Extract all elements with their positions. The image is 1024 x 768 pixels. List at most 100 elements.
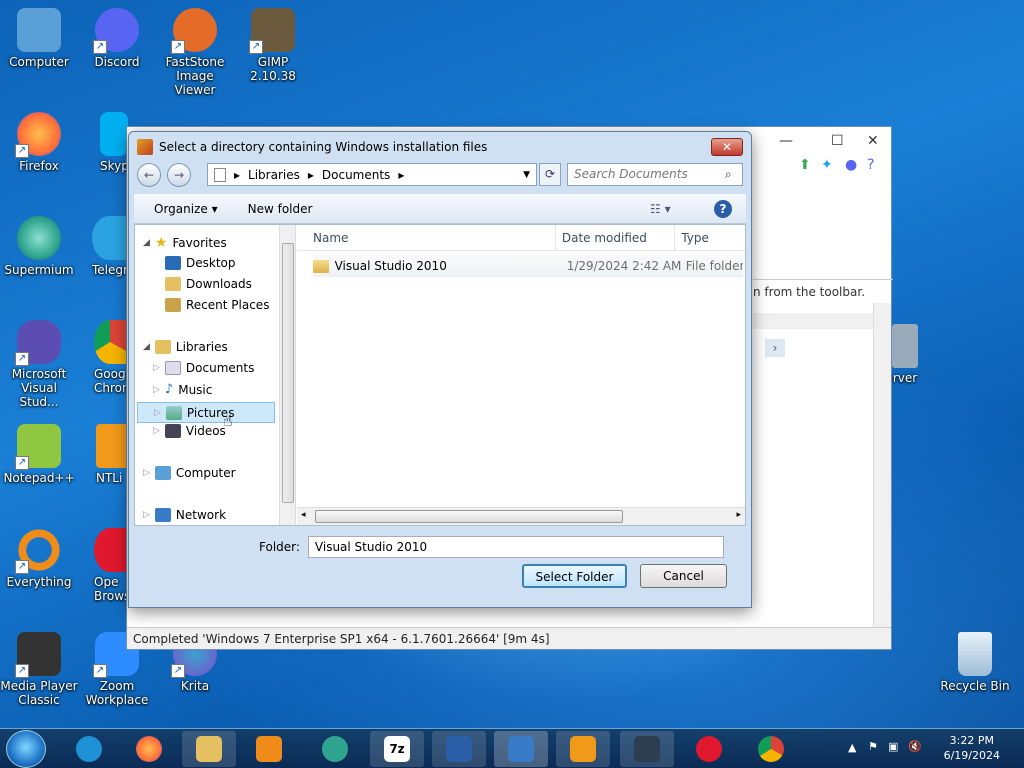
dialog-titlebar[interactable]: Select a directory containing Windows in… (129, 132, 751, 162)
new-folder-button[interactable]: New folder (248, 202, 313, 216)
taskbar-chrome[interactable] (744, 731, 798, 767)
nav-favorites[interactable]: ◢ ★ Favorites (143, 235, 227, 251)
desktop-icon-skype[interactable]: Skyp (78, 112, 129, 173)
back-button[interactable]: ← (137, 163, 161, 187)
desktop-icon-chrome[interactable]: Goog Chron (78, 320, 130, 395)
dialog-close-button[interactable]: ✕ (711, 138, 743, 156)
address-bar[interactable]: ▸ Libraries ▸ Documents ▸ ▼ (207, 163, 537, 186)
desktop-icon-everything[interactable]: ↗ Everything (0, 528, 78, 589)
nav-music[interactable]: ▷ ♪ Music (153, 382, 212, 397)
desktop-icon-visual-studio[interactable]: ↗ Microsoft Visual Stud... (0, 320, 78, 409)
taskbar-firefox[interactable] (122, 731, 176, 767)
breadcrumb-documents[interactable]: Documents (322, 168, 390, 182)
nav-recent-places[interactable]: Recent Places (165, 298, 269, 312)
desktop-icon-server[interactable]: rver (862, 324, 922, 385)
chevron-right-icon[interactable]: › (765, 339, 785, 357)
desktop-icon-media-player[interactable]: ↗ Media Player Classic (0, 632, 78, 707)
select-directory-dialog[interactable]: Select a directory containing Windows in… (128, 131, 752, 608)
help-icon[interactable]: ? (867, 157, 874, 173)
nav-downloads[interactable]: Downloads (165, 277, 252, 291)
file-date: 1/29/2024 2:42 AM (566, 259, 682, 273)
flag-icon[interactable]: ⚑ (868, 740, 878, 753)
navigation-scrollbar[interactable] (280, 225, 296, 525)
address-row: ← → ▸ Libraries ▸ Documents ▸ ▼ ⟳ Search… (137, 162, 743, 188)
navigation-pane[interactable]: ◢ ★ Favorites Desktop Downloads Recent P… (135, 225, 280, 525)
desktop-icon-computer[interactable]: Computer (0, 8, 78, 69)
app-icon (137, 139, 153, 155)
file-name: Visual Studio 2010 (334, 259, 447, 273)
nav-network[interactable]: ▷ Network (143, 508, 226, 522)
taskbar-7zip[interactable]: 7z (370, 731, 424, 767)
view-options-icon[interactable]: ☷ ▾ (650, 202, 671, 216)
folder-input[interactable]: Visual Studio 2010 (307, 536, 724, 558)
background-panel (753, 313, 873, 329)
column-headers: Name Date modified Type (297, 224, 745, 251)
taskbar-active-app[interactable] (494, 731, 548, 767)
clock-time: 3:22 PM (949, 734, 994, 747)
taskbar-media[interactable] (242, 731, 296, 767)
file-row[interactable]: Visual Studio 2010 1/29/2024 2:42 AM Fil… (313, 255, 743, 277)
nav-videos[interactable]: ▷ Videos (153, 424, 226, 438)
minimize-icon[interactable]: — (779, 133, 793, 149)
desktop-icon-recycle-bin[interactable]: Recycle Bin (936, 632, 1014, 693)
volume-muted-icon[interactable]: 🔇 (908, 740, 922, 753)
column-name[interactable]: Name (297, 224, 556, 251)
clock[interactable]: 3:22 PM 6/19/2024 (944, 733, 1000, 763)
desktop-icon-notepadpp[interactable]: ↗ Notepad++ (0, 424, 78, 485)
desktop-icon-ntlite[interactable]: NTLi (78, 424, 128, 485)
collapse-arrow-icon: ▷ (143, 468, 150, 478)
chrome-icon (758, 736, 784, 762)
forward-button[interactable]: → (167, 163, 191, 187)
music-icon: ♪ (164, 382, 174, 397)
desktop-icon-faststone[interactable]: ↗ FastStone Image Viewer (156, 8, 234, 97)
taskbar-terminal[interactable] (620, 731, 674, 767)
refresh-button[interactable]: ⟳ (539, 163, 561, 186)
status-bar: Completed 'Windows 7 Enterprise SP1 x64 … (127, 627, 891, 649)
desktop-icon-opera[interactable]: Ope Brows (78, 528, 130, 603)
twitter-icon[interactable]: ✦ (821, 157, 833, 173)
search-icon[interactable]: ⌕ (725, 167, 732, 182)
taskbar-app[interactable] (432, 731, 486, 767)
desktop-icon-gimp[interactable]: ↗ GIMP 2.10.38 (234, 8, 312, 83)
taskbar-opera[interactable] (682, 731, 736, 767)
scrollbar-thumb[interactable] (315, 510, 623, 523)
nav-libraries[interactable]: ◢ Libraries (143, 340, 228, 354)
taskbar-explorer[interactable] (182, 731, 236, 767)
file-list-horizontal-scrollbar[interactable]: ◂ ▸ (297, 507, 745, 525)
help-icon[interactable]: ? (714, 199, 732, 218)
address-dropdown-icon[interactable]: ▼ (523, 170, 530, 180)
network-icon[interactable]: ▣ (888, 740, 898, 753)
column-date-modified[interactable]: Date modified (556, 224, 676, 251)
cancel-button[interactable]: Cancel (640, 564, 727, 588)
scrollbar-thumb[interactable] (282, 243, 294, 503)
nav-pictures[interactable]: ▷ Pictures (137, 402, 275, 423)
recycle-bin-icon (958, 632, 992, 676)
nav-documents[interactable]: ▷ Documents (153, 361, 254, 375)
taskbar-ntlite[interactable] (556, 731, 610, 767)
desktop-icon-telegram[interactable]: Telegr (78, 216, 128, 277)
organize-button[interactable]: Organize ▾ (154, 202, 218, 216)
desktop-icon-supermium[interactable]: Supermium (0, 216, 78, 277)
search-input[interactable]: Search Documents (567, 163, 743, 186)
taskbar-ie[interactable] (62, 731, 116, 767)
desktop-icon-firefox[interactable]: ↗ Firefox (0, 112, 78, 173)
desktop-icon-discord[interactable]: ↗ Discord (78, 8, 156, 69)
file-list[interactable]: Name Date modified Type Visual Studio 20… (297, 224, 745, 525)
select-folder-button[interactable]: Select Folder (522, 564, 627, 588)
nav-desktop[interactable]: Desktop (165, 256, 236, 270)
taskbar-supermium[interactable] (308, 731, 362, 767)
show-hidden-icons-icon[interactable]: ▲ (848, 741, 856, 754)
discord-icon[interactable]: ● (845, 157, 857, 173)
update-icon[interactable]: ⬆ (799, 157, 811, 173)
breadcrumb-sep-icon: ▸ (398, 167, 405, 182)
column-type[interactable]: Type (675, 225, 745, 251)
divider (753, 279, 893, 280)
scroll-left-icon[interactable]: ◂ (301, 510, 306, 520)
close-icon[interactable]: ✕ (867, 133, 879, 149)
scroll-right-icon[interactable]: ▸ (736, 510, 741, 520)
nav-computer[interactable]: ▷ Computer (143, 466, 236, 480)
media-icon (256, 736, 282, 762)
start-button[interactable] (6, 730, 46, 768)
breadcrumb-libraries[interactable]: Libraries (248, 168, 300, 182)
maximize-icon[interactable]: ☐ (831, 133, 844, 149)
